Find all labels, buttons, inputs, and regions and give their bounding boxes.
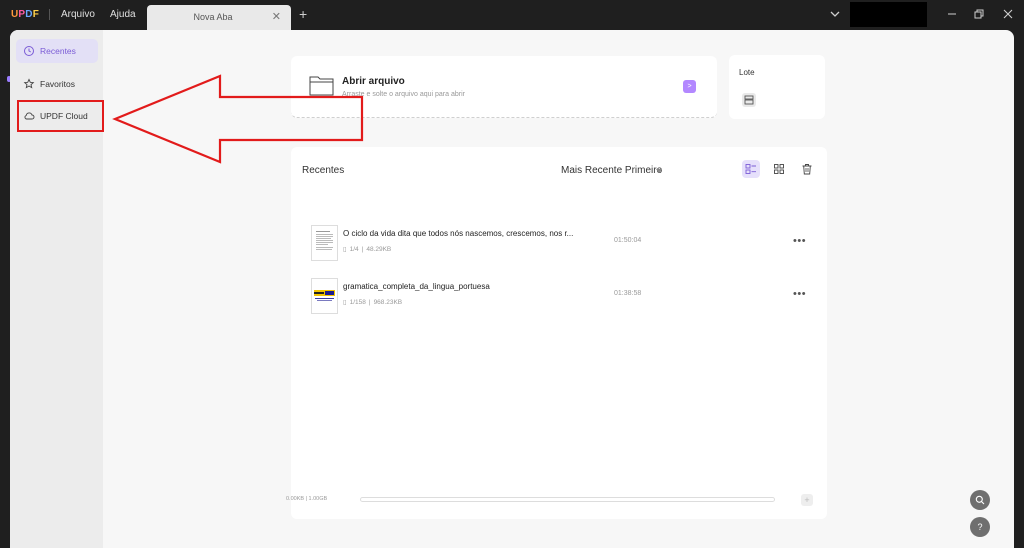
close-window-icon[interactable]: [1001, 7, 1015, 21]
updf-logo: UPDF: [11, 9, 40, 20]
storage-usage-bar: [360, 497, 775, 502]
file-pages: 1/4: [349, 245, 359, 253]
chevron-down-icon[interactable]: [829, 8, 841, 20]
help-button[interactable]: ?: [970, 517, 990, 537]
sidebar-item-label: Favoritos: [40, 79, 75, 89]
sidebar-item-favoritos[interactable]: Favoritos: [16, 72, 98, 96]
menu-ajuda[interactable]: Ajuda: [110, 9, 136, 20]
file-size: 48.29KB: [366, 245, 392, 253]
page-icon: ▯: [343, 299, 347, 306]
grid-view-button[interactable]: [770, 160, 788, 178]
sidebar-item-recentes[interactable]: Recentes: [16, 39, 98, 63]
list-view-button[interactable]: [742, 160, 760, 178]
batch-title: Lote: [739, 68, 755, 77]
meta-divider: |: [368, 298, 371, 306]
title-separator: [49, 9, 50, 20]
storage-add-button[interactable]: +: [801, 494, 813, 506]
menu-arquivo[interactable]: Arquivo: [61, 9, 95, 20]
delete-button[interactable]: [798, 160, 816, 178]
restore-icon[interactable]: [972, 7, 986, 21]
title-bar: UPDF Arquivo Ajuda Nova Aba ✕ +: [0, 0, 1024, 30]
file-meta: ▯ 1/158 | 968.23KB: [343, 298, 403, 307]
trash-icon: [802, 164, 812, 175]
redacted-area: [850, 2, 927, 27]
list-item[interactable]: O ciclo da vida dita que todos nós nasce…: [311, 225, 811, 261]
clock-icon: [23, 45, 35, 57]
file-thumbnail: [311, 225, 338, 261]
tab-title: Nova Aba: [193, 12, 233, 22]
meta-divider: |: [361, 245, 364, 253]
file-time: 01:38:58: [614, 290, 642, 297]
tab-nova-aba[interactable]: Nova Aba ✕: [147, 5, 291, 30]
file-name: gramatica_completa_da_lingua_portuesa: [343, 282, 490, 291]
sort-caret-icon[interactable]: [656, 169, 662, 173]
open-file-subtitle: Arraste e solte o arquivo aqui para abri…: [342, 91, 465, 98]
more-options-button[interactable]: •••: [793, 235, 806, 247]
new-tab-button[interactable]: +: [299, 6, 307, 22]
folder-icon: [309, 76, 334, 96]
list-view-icon: [745, 164, 756, 174]
storage-usage-label: 0.00KB | 1.00GB: [286, 496, 328, 502]
file-pages: 1/158: [349, 298, 366, 306]
file-name: O ciclo da vida dita que todos nós nasce…: [343, 229, 574, 238]
open-file-button[interactable]: >: [683, 80, 696, 93]
more-options-button[interactable]: •••: [793, 288, 806, 300]
search-icon: [975, 495, 985, 505]
list-item[interactable]: gramatica_completa_da_lingua_portuesa ▯ …: [311, 278, 811, 314]
file-time: 01:50:04: [614, 237, 642, 244]
recent-files-panel: Recentes Mais Recente Primeiro O ciclo d…: [291, 147, 827, 519]
batch-card[interactable]: Lote: [729, 55, 825, 119]
left-rail: [0, 30, 11, 548]
search-button[interactable]: [970, 490, 990, 510]
open-file-title: Abrir arquivo: [342, 76, 405, 87]
recent-title: Recentes: [302, 165, 345, 176]
minimize-icon[interactable]: [945, 7, 959, 21]
grid-view-icon: [774, 164, 784, 174]
tab-close-icon[interactable]: ✕: [272, 10, 281, 23]
star-icon: [23, 78, 35, 90]
page-icon: ▯: [343, 246, 347, 253]
sidebar-item-label: Recentes: [40, 46, 76, 56]
file-size: 968.23KB: [373, 298, 403, 306]
file-meta: ▯ 1/4 | 48.29KB: [343, 245, 392, 254]
app-window: Recentes Favoritos UPDF Cloud Abrir arqu…: [10, 30, 1014, 548]
sort-dropdown[interactable]: Mais Recente Primeiro: [561, 165, 662, 176]
batch-icon: [742, 93, 756, 107]
annotation-highlight-box: [17, 100, 104, 132]
open-file-dropzone[interactable]: Abrir arquivo Arraste e solte o arquivo …: [291, 56, 717, 118]
file-thumbnail: [311, 278, 338, 314]
